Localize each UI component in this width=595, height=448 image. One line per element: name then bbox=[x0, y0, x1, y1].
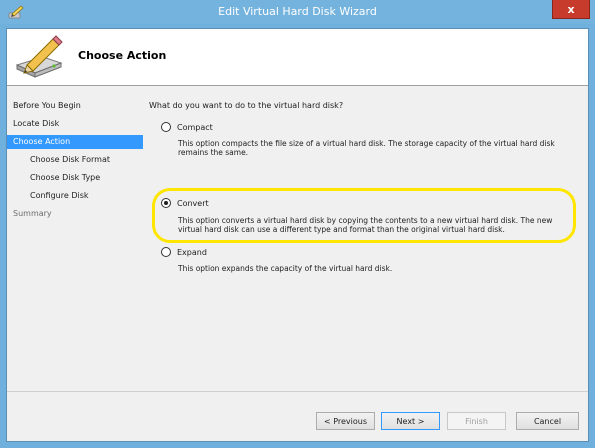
compact-radio[interactable] bbox=[161, 122, 171, 132]
expand-radio[interactable] bbox=[161, 247, 171, 257]
finish-button: Finish bbox=[447, 412, 506, 430]
nav-item-choose-disk-type[interactable]: Choose Disk Type bbox=[7, 171, 143, 185]
compact-label: Compact bbox=[177, 122, 213, 132]
nav-item-configure-disk[interactable]: Configure Disk bbox=[7, 189, 143, 203]
close-icon: x bbox=[567, 2, 575, 16]
page-title: Choose Action bbox=[78, 49, 167, 62]
convert-label: Convert bbox=[177, 198, 209, 208]
nav-item-before-you-begin[interactable]: Before You Begin bbox=[7, 99, 143, 113]
wizard-window: Edit Virtual Hard Disk Wizard x Choose A… bbox=[0, 0, 595, 448]
window-title: Edit Virtual Hard Disk Wizard bbox=[218, 5, 377, 18]
nav-item-choose-disk-format[interactable]: Choose Disk Format bbox=[7, 153, 143, 167]
disk-pencil-icon bbox=[13, 35, 65, 79]
wizard-client-area: Choose Action Before You Begin Locate Di… bbox=[6, 28, 589, 442]
next-button[interactable]: Next > bbox=[381, 412, 440, 430]
compact-option[interactable]: Compact bbox=[161, 122, 213, 132]
action-options-panel: What do you want to do to the virtual ha… bbox=[147, 87, 584, 391]
convert-radio[interactable] bbox=[161, 198, 171, 208]
expand-option[interactable]: Expand bbox=[161, 247, 207, 257]
wizard-steps-nav: Before You Begin Locate Disk Choose Acti… bbox=[7, 87, 143, 391]
convert-option[interactable]: Convert bbox=[161, 198, 209, 208]
page-header: Choose Action bbox=[7, 29, 588, 86]
nav-item-summary: Summary bbox=[13, 209, 52, 218]
expand-label: Expand bbox=[177, 247, 207, 257]
expand-description: This option expands the capacity of the … bbox=[178, 264, 393, 273]
compact-description: This option compacts the file size of a … bbox=[178, 139, 555, 157]
close-button[interactable]: x bbox=[552, 0, 590, 19]
convert-description: This option converts a virtual hard disk… bbox=[178, 216, 553, 234]
action-question: What do you want to do to the virtual ha… bbox=[149, 101, 344, 110]
cancel-button[interactable]: Cancel bbox=[516, 412, 579, 430]
footer-divider bbox=[7, 391, 588, 392]
previous-button[interactable]: < Previous bbox=[316, 412, 375, 430]
title-bar[interactable]: Edit Virtual Hard Disk Wizard x bbox=[0, 0, 595, 24]
nav-item-choose-action[interactable]: Choose Action bbox=[7, 135, 143, 149]
nav-item-locate-disk[interactable]: Locate Disk bbox=[7, 117, 143, 131]
